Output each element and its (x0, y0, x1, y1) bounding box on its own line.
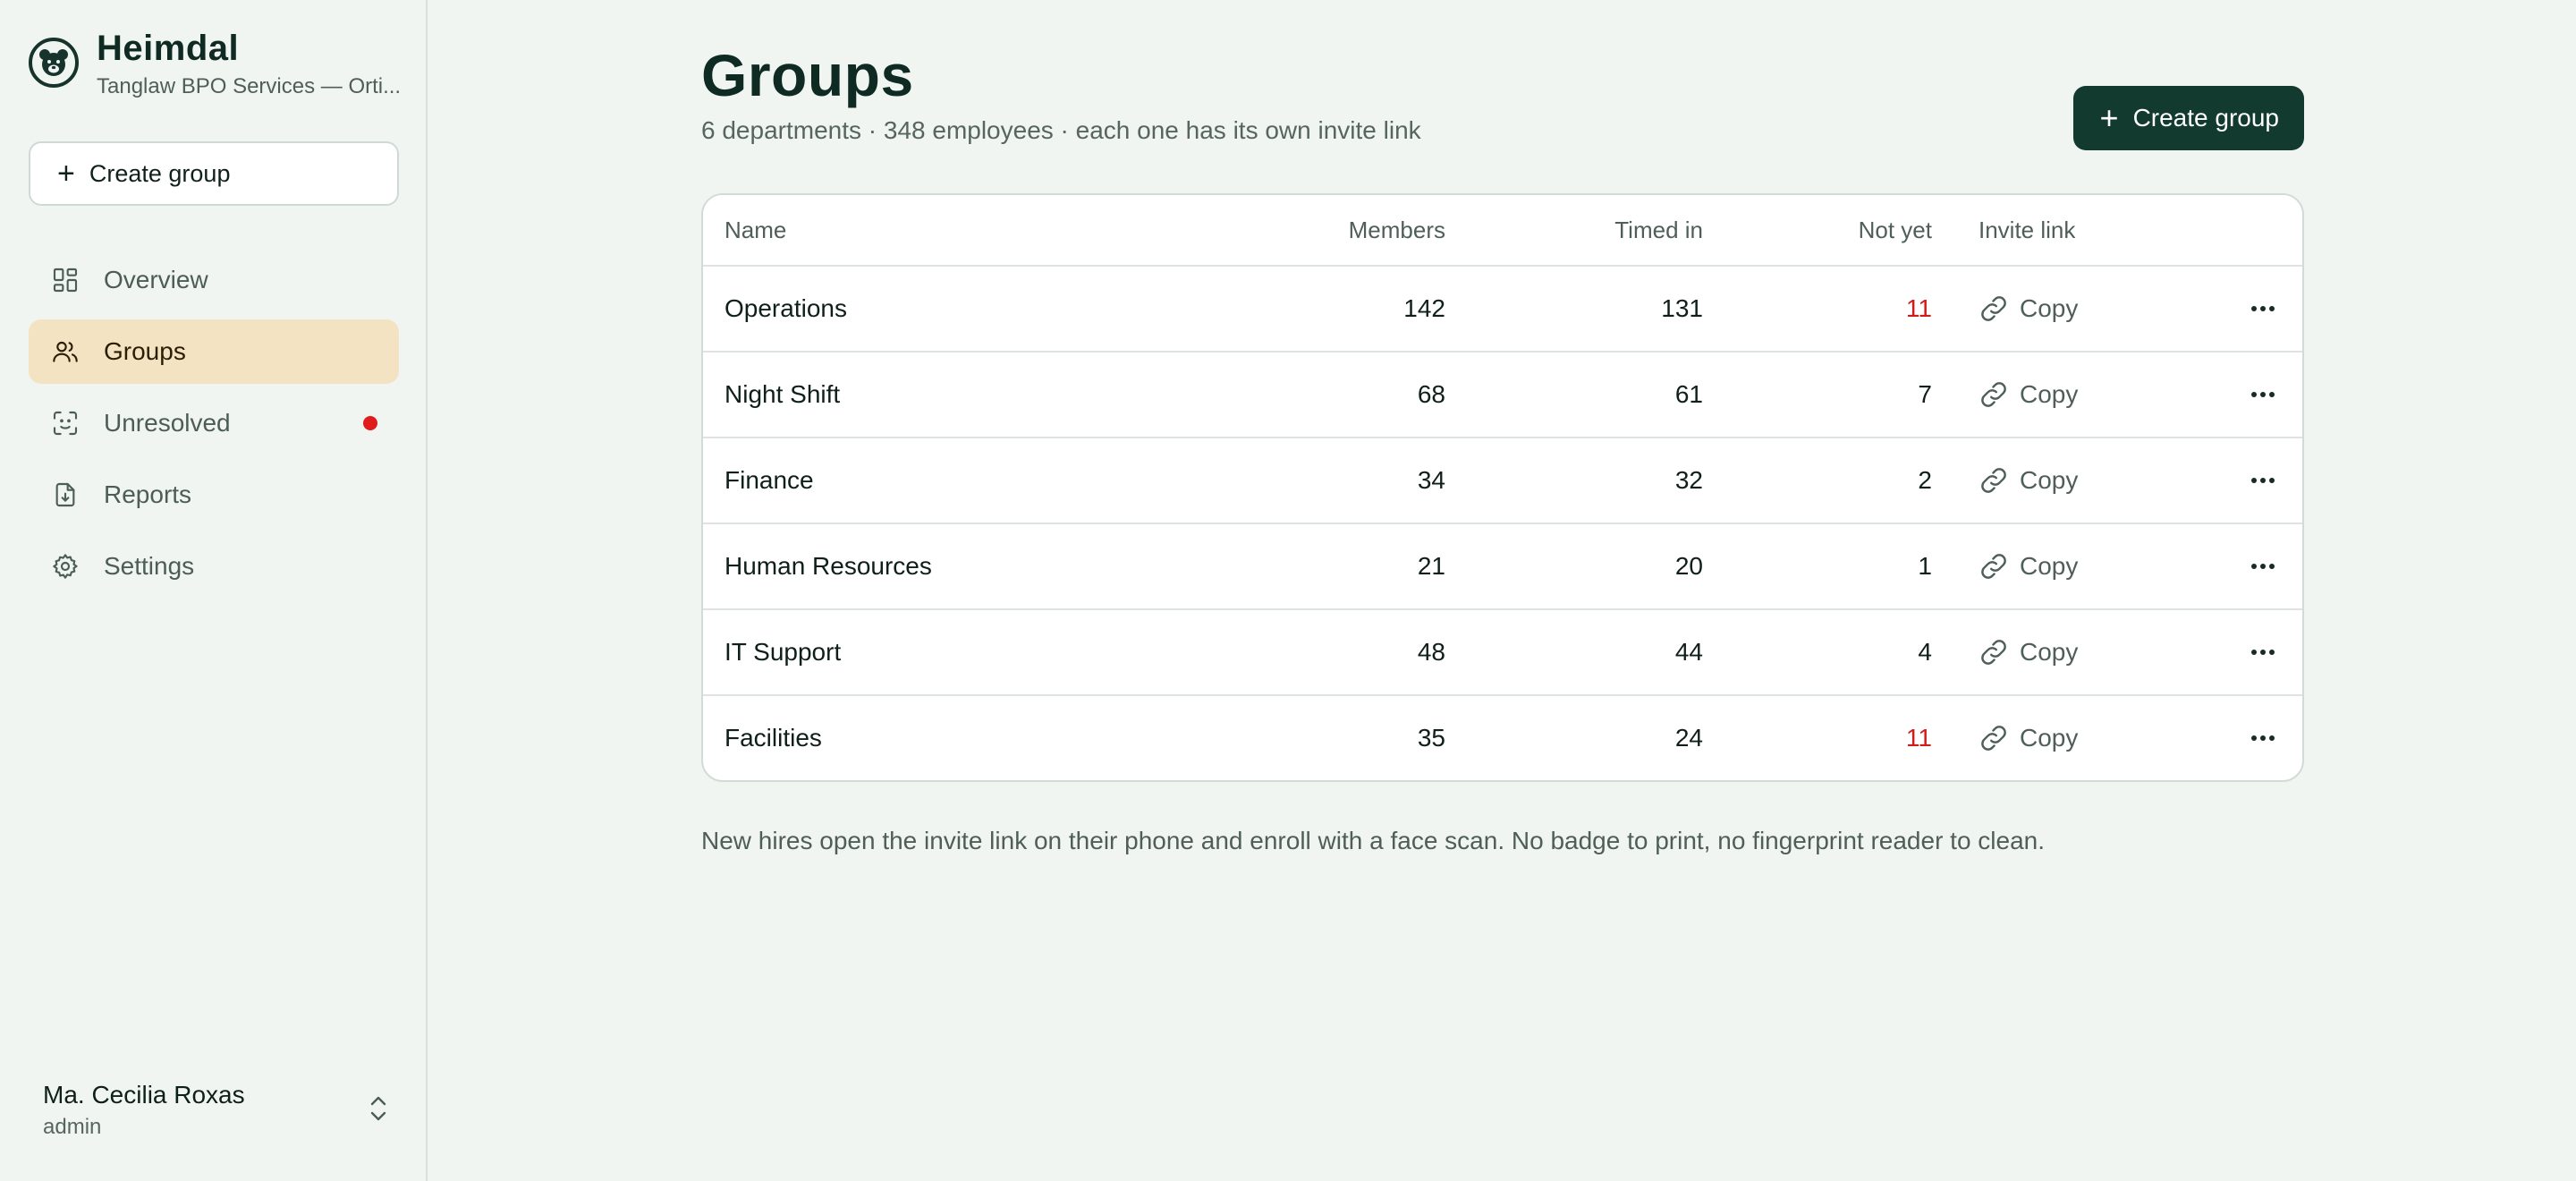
table-row[interactable]: Finance 34 32 2 Copy (703, 437, 2302, 523)
users-icon (50, 336, 80, 367)
face-scan-icon (50, 408, 80, 438)
brand-name: Heimdal (97, 29, 240, 68)
more-options-icon[interactable] (2245, 377, 2281, 412)
user-role: admin (43, 1115, 102, 1139)
sidebar-item-reports[interactable]: Reports (29, 463, 399, 527)
copy-invite-link-button[interactable]: Copy (1979, 723, 2078, 753)
group-name: Human Resources (724, 552, 932, 580)
group-name: Night Shift (724, 380, 841, 408)
not-yet-count: 2 (1918, 466, 1932, 494)
sidebar-create-group-button[interactable]: + Create group (29, 141, 399, 206)
table-row[interactable]: Human Resources 21 20 1 Copy (703, 523, 2302, 608)
create-group-label: Create group (2132, 104, 2279, 132)
table-header: Name Members Timed in Not yet Invite lin… (703, 195, 2302, 265)
timed-in-count: 32 (1674, 466, 1703, 494)
sidebar-item-label: Groups (104, 337, 186, 365)
more-options-icon[interactable] (2245, 463, 2281, 498)
more-options-icon[interactable] (2245, 291, 2281, 327)
link-icon (1981, 640, 2006, 665)
sidebar-item-unresolved[interactable]: Unresolved (29, 391, 399, 455)
table-row[interactable]: Operations 142 131 11 Copy (703, 265, 2302, 351)
user-name: Ma. Cecilia Roxas (43, 1081, 245, 1109)
copy-label: Copy (2020, 294, 2079, 322)
unresolved-alert-dot (363, 416, 377, 430)
table-row[interactable]: IT Support 48 44 4 Copy (703, 608, 2302, 694)
more-options-icon[interactable] (2245, 720, 2281, 756)
copy-label: Copy (2020, 638, 2079, 666)
timed-in-count: 61 (1674, 380, 1703, 408)
groups-table: Name Members Timed in Not yet Invite lin… (701, 193, 2304, 782)
copy-invite-link-button[interactable]: Copy (1979, 293, 2078, 324)
copy-label: Copy (2020, 380, 2079, 408)
copy-label: Copy (2020, 724, 2079, 752)
sidebar: Heimdal Tanglaw BPO Services — Orti... +… (0, 0, 428, 1181)
column-header-name[interactable]: Name (724, 217, 786, 244)
dashboard-icon (50, 265, 80, 295)
table-body: Operations 142 131 11 Copy Night Shift 6… (703, 265, 2302, 780)
sidebar-item-label: Settings (104, 552, 195, 580)
members-count: 68 (1417, 380, 1445, 408)
not-yet-count: 11 (1905, 724, 1932, 752)
user-profile[interactable]: Ma. Cecilia Roxas admin (43, 1079, 392, 1140)
group-name: Finance (724, 466, 814, 494)
page-subtitle: 6 departments · 348 employees · each one… (701, 116, 1421, 144)
copy-label: Copy (2020, 466, 2079, 494)
column-header-members[interactable]: Members (1349, 217, 1445, 244)
file-download-icon (50, 480, 80, 510)
sidebar-item-overview[interactable]: Overview (29, 248, 399, 312)
group-name: Facilities (724, 724, 822, 752)
more-options-icon[interactable] (2245, 548, 2281, 584)
link-icon (1981, 382, 2006, 407)
column-header-not-yet[interactable]: Not yet (1859, 217, 1932, 244)
more-options-icon[interactable] (2245, 634, 2281, 670)
sidebar-item-label: Unresolved (104, 409, 231, 437)
table-row[interactable]: Facilities 35 24 11 Copy (703, 694, 2302, 780)
plus-icon: + (2099, 99, 2119, 136)
plus-icon: + (57, 157, 75, 191)
footnote: New hires open the invite link on their … (701, 827, 2046, 854)
not-yet-count: 7 (1918, 380, 1932, 408)
members-count: 35 (1417, 724, 1445, 752)
sidebar-nav: Overview Groups Unresolved Reports Setti… (29, 248, 399, 606)
not-yet-count: 11 (1905, 294, 1932, 322)
sidebar-item-settings[interactable]: Settings (29, 534, 399, 599)
group-name: IT Support (724, 638, 842, 666)
brand: Heimdal Tanglaw BPO Services — Orti... (29, 29, 401, 100)
not-yet-count: 1 (1918, 552, 1932, 580)
column-header-timed-in[interactable]: Timed in (1614, 217, 1703, 244)
members-count: 34 (1417, 466, 1445, 494)
copy-label: Copy (2020, 552, 2079, 580)
members-count: 48 (1417, 638, 1445, 666)
chevron-up-down-icon[interactable] (365, 1093, 392, 1124)
table-row[interactable]: Night Shift 68 61 7 Copy (703, 351, 2302, 437)
members-count: 142 (1403, 294, 1445, 322)
copy-invite-link-button[interactable]: Copy (1979, 637, 2078, 667)
organization-name: Tanglaw BPO Services — Orti... (97, 74, 402, 98)
gear-icon (50, 551, 80, 582)
column-header-invite-link: Invite link (1979, 216, 2076, 243)
group-name: Operations (724, 294, 847, 322)
create-group-button[interactable]: + Create group (2072, 86, 2304, 150)
copy-invite-link-button[interactable]: Copy (1979, 379, 2078, 410)
bear-logo-icon (29, 38, 79, 88)
sidebar-item-label: Overview (104, 266, 208, 293)
timed-in-count: 24 (1674, 724, 1703, 752)
copy-invite-link-button[interactable]: Copy (1979, 465, 2078, 496)
copy-invite-link-button[interactable]: Copy (1979, 551, 2078, 582)
timed-in-count: 20 (1674, 552, 1703, 580)
not-yet-count: 4 (1918, 638, 1932, 666)
members-count: 21 (1417, 552, 1445, 580)
page-title: Groups (701, 42, 914, 108)
sidebar-item-groups[interactable]: Groups (29, 319, 399, 384)
timed-in-count: 44 (1674, 638, 1703, 666)
timed-in-count: 131 (1661, 294, 1703, 322)
sidebar-create-group-label: Create group (89, 159, 231, 187)
link-icon (1981, 726, 2006, 751)
link-icon (1981, 296, 2006, 321)
sidebar-item-label: Reports (104, 480, 192, 508)
link-icon (1981, 554, 2006, 579)
link-icon (1981, 468, 2006, 493)
